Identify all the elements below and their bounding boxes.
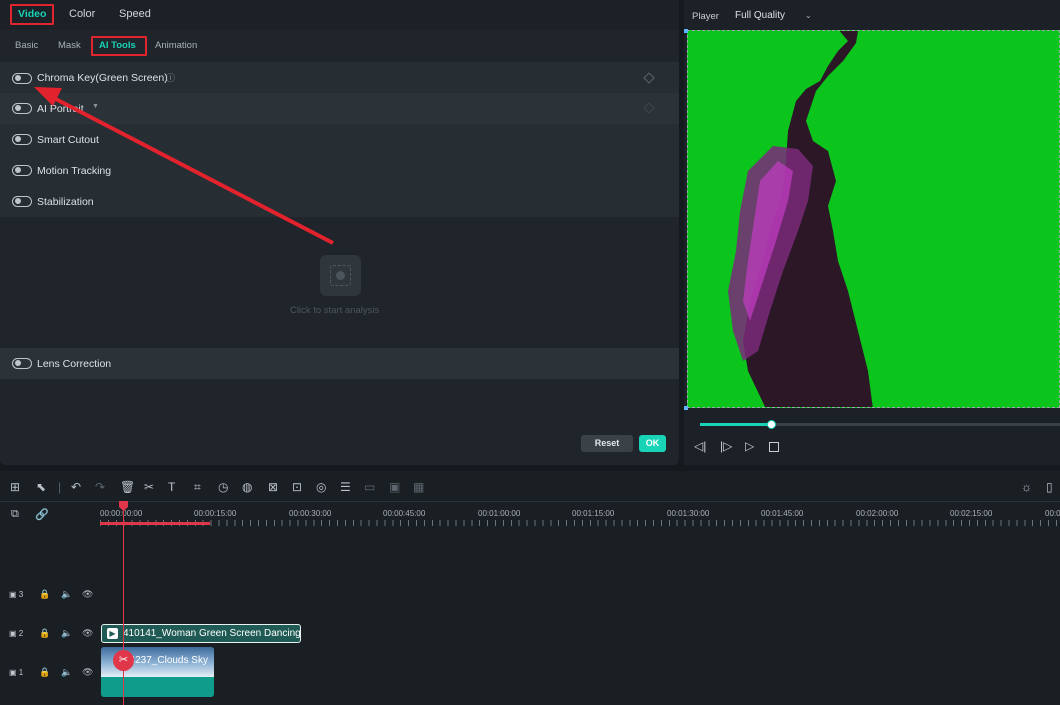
eye-icon[interactable]: 👁 (82, 667, 93, 678)
split-scissors-icon[interactable]: ✂ (113, 650, 134, 671)
delete-icon[interactable]: 🗑 (120, 480, 135, 494)
timecode-label: 00:02:15:00 (950, 509, 993, 518)
quality-select[interactable]: Full Quality (735, 10, 785, 21)
eye-icon[interactable]: 👁 (82, 589, 93, 600)
timeline-ruler[interactable] (100, 520, 1060, 526)
timecode-label: 00:00:15:00 (194, 509, 237, 518)
timecode-label: 00:00:30:00 (289, 509, 332, 518)
crop-handle[interactable] (684, 29, 688, 33)
chevron-down-icon[interactable]: ⌄ (805, 11, 812, 20)
timecode-label: 00:01:45:00 (761, 509, 804, 518)
link-icon[interactable]: 🔗 (35, 508, 49, 521)
lock-icon[interactable]: 🔒 (39, 667, 50, 678)
dancer-silhouette (728, 31, 873, 407)
text-icon[interactable]: T (168, 480, 175, 494)
annotation-arrow (34, 87, 334, 245)
lens-correction-label: Lens Correction (37, 358, 112, 370)
ai-cutout-icon[interactable]: ⊡ (292, 480, 302, 494)
analysis-hint[interactable]: Click to start analysis (290, 305, 379, 316)
track-2-header: ▣ 2 (9, 629, 24, 638)
video-preview[interactable] (687, 30, 1060, 408)
timecode-label: 00:0 (1045, 509, 1060, 518)
record-icon[interactable]: ▦ (413, 480, 424, 494)
video-clip-dancer[interactable]: ▶ 410141_Woman Green Screen Dancing (101, 624, 301, 643)
timecode-label: 00:01:15:00 (572, 509, 615, 518)
select-tool-icon[interactable]: ⬉ (36, 480, 46, 494)
stop-icon[interactable] (769, 442, 779, 452)
adjust-icon[interactable]: ☰ (340, 480, 351, 494)
play-icon[interactable]: ▷ (745, 439, 754, 453)
timecode-label: 00:01:00:00 (478, 509, 521, 518)
lens-correction-toggle[interactable] (12, 358, 32, 369)
eye-icon[interactable]: 👁 (82, 628, 93, 639)
playback-progress-track[interactable] (700, 423, 1060, 426)
volume-icon[interactable]: 🔈 (61, 667, 72, 678)
previous-frame-icon[interactable]: ◁| (694, 439, 706, 453)
ruler-selection (100, 522, 210, 525)
player-label: Player (692, 11, 719, 22)
timecode-label: 00:00:00:00 (100, 509, 143, 518)
chroma-icon[interactable]: ◎ (316, 480, 326, 494)
split-icon[interactable]: ✂ (144, 480, 154, 494)
track-number: 2 (18, 629, 24, 638)
layout-icon[interactable]: ⊞ (10, 480, 20, 494)
track-number: 3 (18, 590, 24, 599)
timecode-label: 00:02:00:00 (856, 509, 899, 518)
crop-handle[interactable] (684, 406, 688, 410)
marker-icon[interactable]: ▯ (1046, 480, 1053, 494)
playhead[interactable] (123, 505, 124, 705)
playback-progress-fill (700, 423, 772, 426)
track-3-header: ▣ 3 (9, 590, 24, 599)
playback-scrubber[interactable] (767, 420, 776, 429)
volume-icon[interactable]: 🔈 (61, 589, 72, 600)
next-frame-icon[interactable]: |▷ (720, 439, 732, 453)
lock-icon[interactable]: 🔒 (39, 589, 50, 600)
settings-icon[interactable]: ☼ (1021, 480, 1032, 494)
clip-title: 410141_Woman Green Screen Dancing (123, 628, 301, 639)
add-track-icon[interactable]: ⧉ (11, 508, 19, 521)
color-icon[interactable]: ◍ (242, 480, 252, 494)
track-1-header: ▣ 1 (9, 668, 24, 677)
analysis-icon[interactable] (320, 255, 361, 296)
clip-title: 94237_Clouds Sky (124, 655, 208, 666)
render-icon[interactable]: ▣ (389, 480, 400, 494)
timecode-label: 00:01:30:00 (667, 509, 710, 518)
play-icon: ▶ (107, 628, 118, 639)
mask-icon[interactable]: ⊠ (268, 480, 278, 494)
reset-button[interactable]: Reset (581, 435, 633, 452)
track-number: 1 (18, 668, 24, 677)
speed-icon[interactable]: ◷ (218, 480, 228, 494)
volume-icon[interactable]: 🔈 (61, 628, 72, 639)
timecode-label: 00:00:45:00 (383, 509, 426, 518)
crop-icon[interactable]: ⌗ (194, 480, 201, 495)
lock-icon[interactable]: 🔒 (39, 628, 50, 639)
freeze-icon[interactable]: ▭ (364, 480, 375, 494)
ok-button[interactable]: OK (639, 435, 666, 452)
undo-icon[interactable]: ↶ (71, 480, 81, 494)
redo-icon[interactable]: ↷ (95, 480, 105, 494)
